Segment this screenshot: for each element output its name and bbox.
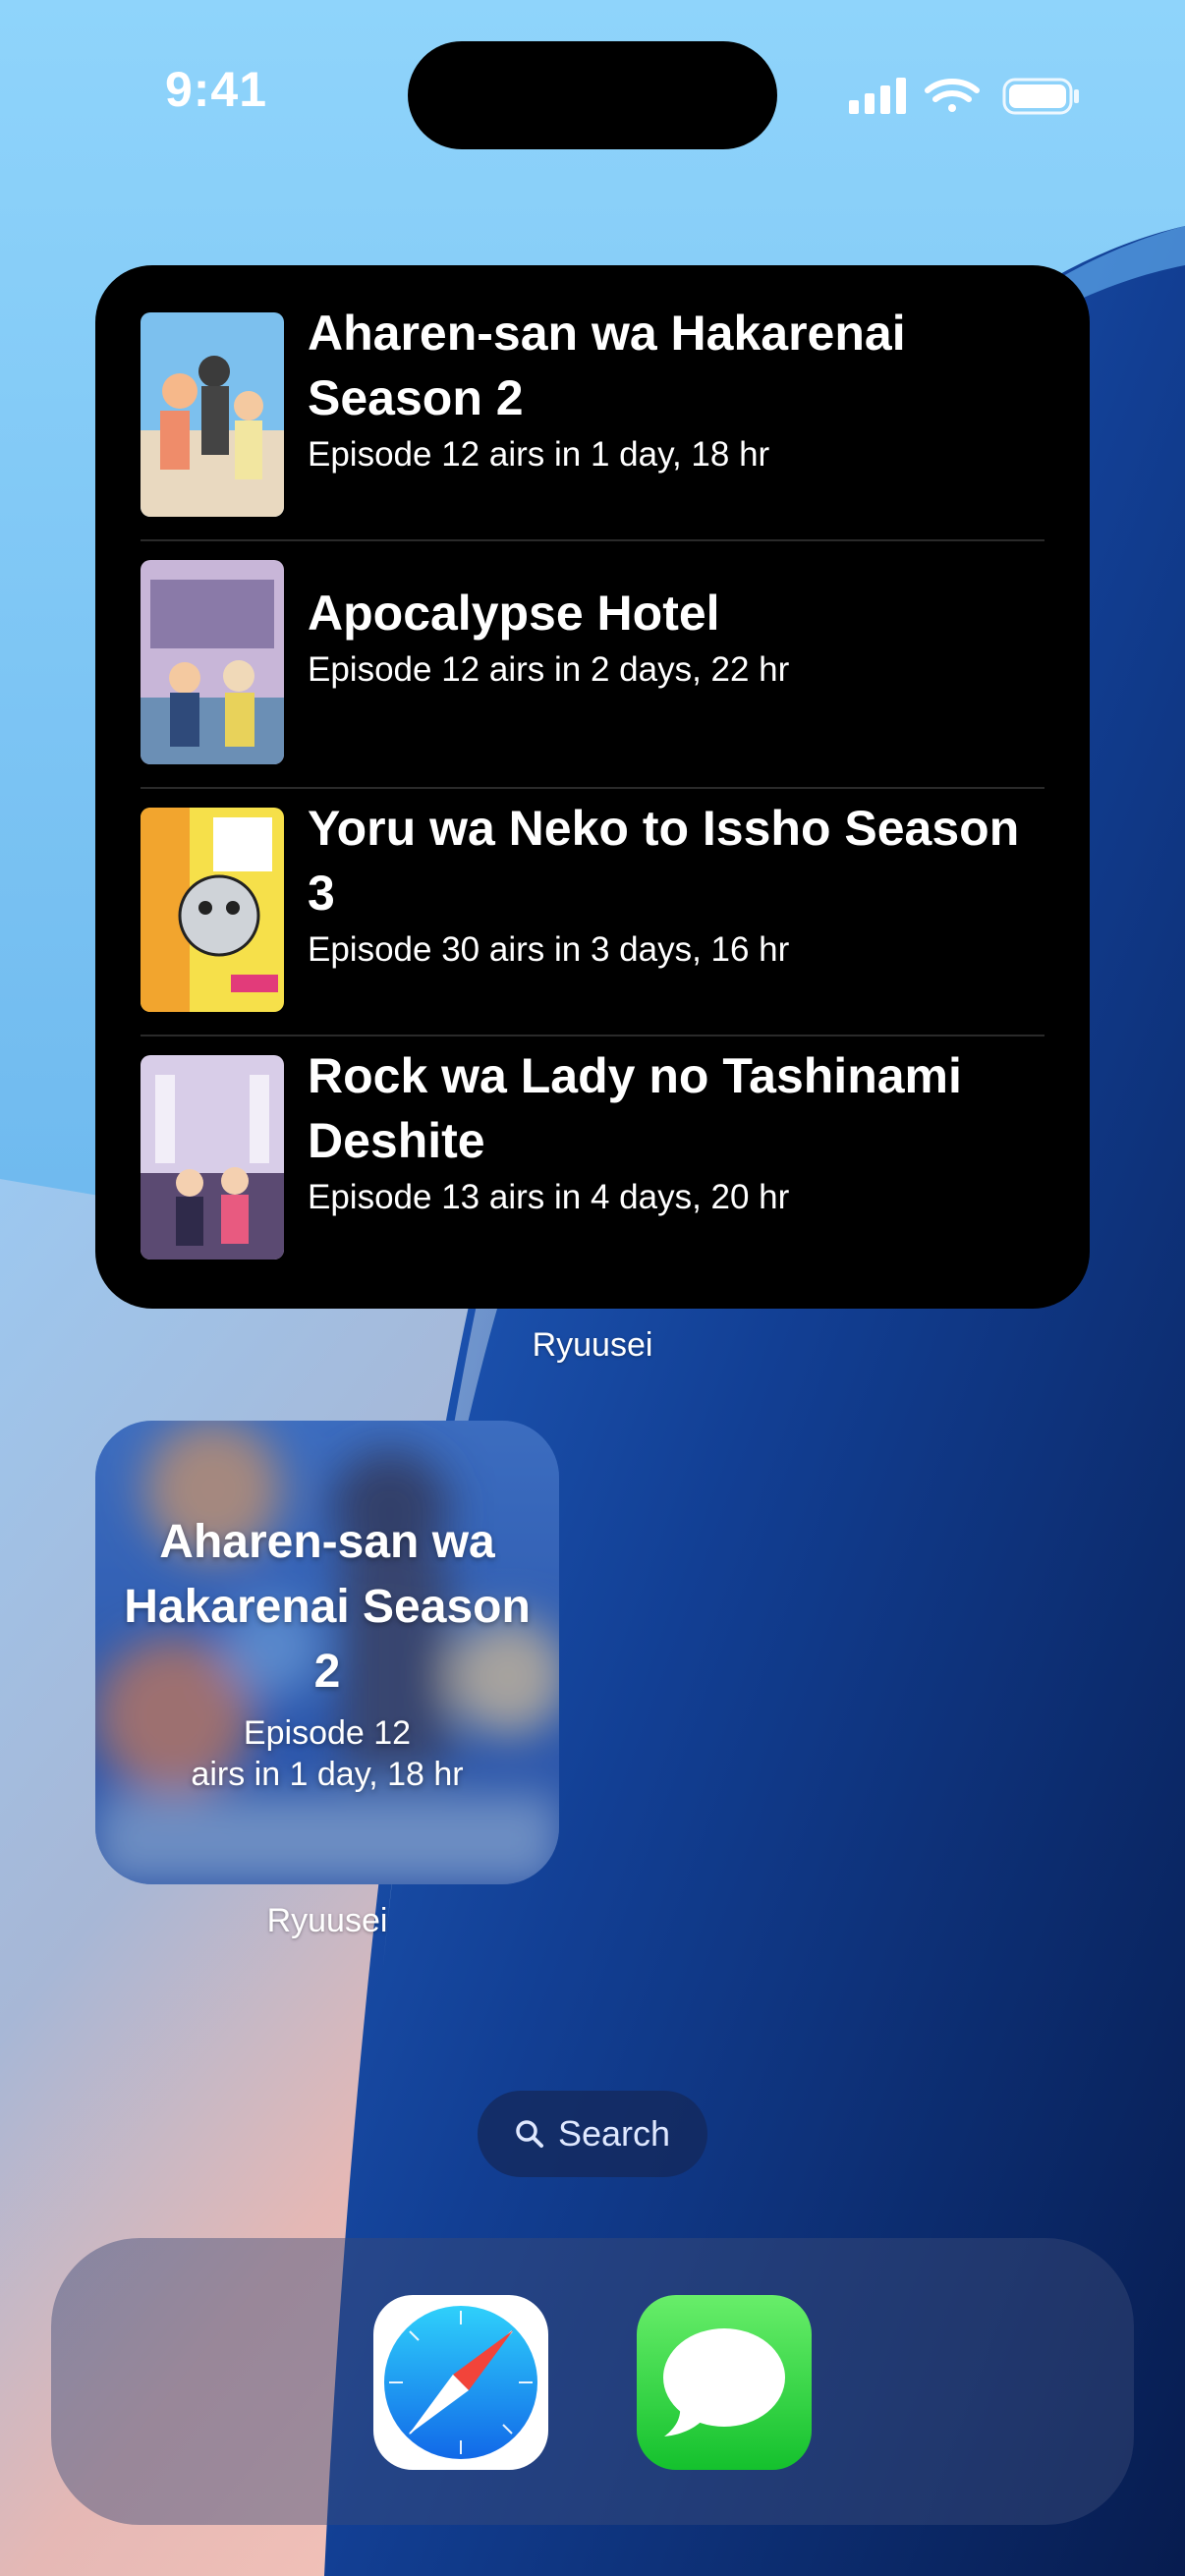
battery-icon (1002, 78, 1079, 115)
dynamic-island (408, 41, 777, 149)
anime-title: Aharen-san wa Hakarenai Season 2 (124, 1516, 531, 1698)
anime-title: Yoru wa Neko to Issho Season 3 (308, 801, 1020, 921)
anime-poster-thumbnail (141, 560, 284, 764)
widget-item-text: Rock wa Lady no Tashinami Deshite Episod… (308, 1008, 1043, 1256)
anime-title: Apocalypse Hotel (308, 586, 720, 641)
episode-countdown: Episode 12 airs in 1 day, 18 hr (308, 435, 770, 474)
spotlight-search-button[interactable]: Search (478, 2091, 707, 2177)
widget-list-item[interactable]: Aharen-san wa Hakarenai Season 2 Episode… (141, 265, 1043, 517)
widget-list-item[interactable]: Yoru wa Neko to Issho Season 3 Episode 3… (141, 760, 1043, 1012)
widget-app-label: Ryuusei (532, 1326, 653, 1364)
widget-item-text: Apocalypse Hotel Episode 12 airs in 2 da… (308, 513, 1043, 760)
wifi-icon (925, 79, 980, 112)
anime-poster-thumbnail (141, 1055, 284, 1260)
status-icons (847, 75, 1081, 118)
episode-number: Episode 12 (243, 1714, 412, 1752)
anime-poster-thumbnail (141, 312, 284, 517)
widget-item-text: Yoru wa Neko to Issho Season 3 Episode 3… (308, 760, 1043, 1008)
widget-list-item[interactable]: Apocalypse Hotel Episode 12 airs in 2 da… (141, 513, 1043, 764)
upcoming-episodes-widget[interactable]: Aharen-san wa Hakarenai Season 2 Episode… (95, 265, 1090, 1309)
next-episode-widget[interactable]: Aharen-san wa Hakarenai Season 2 Episode… (95, 1421, 559, 1884)
messages-app-icon[interactable] (637, 2295, 812, 2470)
anime-poster-thumbnail (141, 808, 284, 1012)
status-bar-time: 9:41 (164, 62, 268, 117)
widget-app-label: Ryuusei (266, 1902, 388, 1939)
episode-countdown: Episode 12 airs in 2 days, 22 hr (308, 650, 790, 689)
safari-app-icon[interactable] (373, 2295, 548, 2470)
widget-list-item[interactable]: Rock wa Lady no Tashinami Deshite Episod… (141, 1008, 1043, 1260)
dock (51, 2238, 1134, 2525)
safari-icon (373, 2295, 548, 2470)
widget-item-text: Aharen-san wa Hakarenai Season 2 Episode… (308, 265, 1043, 513)
episode-countdown: Episode 30 airs in 3 days, 16 hr (308, 930, 790, 969)
next-episode-content: Aharen-san wa Hakarenai Season 2 Episode… (95, 1421, 559, 1884)
search-label: Search (557, 2113, 671, 2154)
air-countdown: airs in 1 day, 18 hr (191, 1756, 464, 1793)
anime-title: Rock wa Lady no Tashinami Deshite (308, 1048, 962, 1168)
cellular-signal-icon (849, 78, 906, 114)
episode-countdown: Episode 13 airs in 4 days, 20 hr (308, 1178, 790, 1216)
status-icons-svg (849, 78, 1079, 115)
episode-countdown: Episode 12 airs in 1 day, 18 hr (121, 1712, 534, 1795)
search-icon (516, 2120, 543, 2148)
anime-title: Aharen-san wa Hakarenai Season 2 (308, 306, 906, 425)
messages-icon (637, 2295, 812, 2470)
